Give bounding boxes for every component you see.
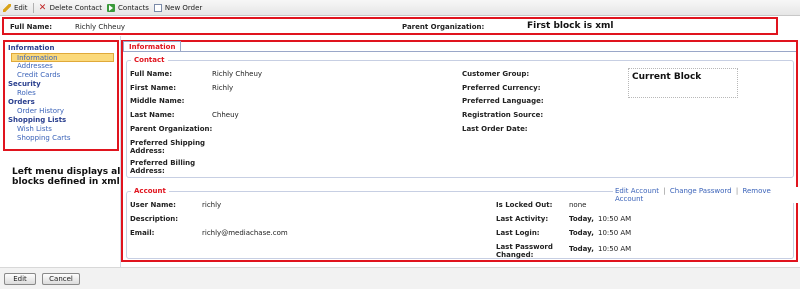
link-separator: | — [663, 187, 666, 195]
account-last-activity-label: Last Activity: — [496, 215, 549, 223]
cancel-button[interactable]: Cancel — [42, 273, 80, 285]
edit-account-link[interactable]: Edit Account — [615, 187, 659, 195]
edit-toolbar-button[interactable]: Edit — [3, 1, 28, 15]
edit-button[interactable]: Edit — [4, 273, 36, 285]
header-annotation: First block is xml — [527, 21, 614, 31]
account-last-login-label: Last Login: — [496, 229, 540, 237]
link-separator: | — [735, 187, 739, 195]
pencil-icon — [3, 3, 11, 12]
account-last-activity-time: 10:50 AM — [598, 215, 632, 223]
left-menu: Information Information Addresses Credit… — [3, 40, 119, 151]
contact-last-name-label: Last Name: — [130, 111, 175, 119]
contact-first-name-value: Richly — [212, 84, 234, 92]
contact-full-name-label: Full Name: — [130, 70, 173, 78]
account-locked-out-label: Is Locked Out: — [496, 201, 553, 209]
account-legend: Account — [131, 187, 169, 195]
left-menu-annotation-line2: blocks defined in xml — [12, 177, 120, 187]
menu-item-information[interactable]: Information — [11, 53, 114, 62]
menu-item-addresses[interactable]: Addresses — [8, 62, 114, 71]
new-order-button[interactable]: New Order — [153, 1, 202, 15]
menu-section-orders: Orders — [8, 98, 35, 106]
menu-item-credit-cards[interactable]: Credit Cards — [8, 71, 114, 80]
account-links: Edit Account | Change Password | Remove … — [613, 187, 800, 203]
contact-pref-shipping-label-1: Preferred Shipping — [130, 139, 206, 147]
delete-icon: ✕ — [38, 2, 47, 13]
contact-legend: Contact — [131, 56, 168, 64]
toolbar-separator — [32, 2, 34, 13]
contact-customer-group-label: Customer Group: — [462, 70, 530, 78]
current-block-annotation: Current Block — [632, 72, 702, 82]
account-last-password-label-2: Changed: — [496, 251, 534, 259]
account-email-label: Email: — [130, 229, 155, 237]
delete-contact-button[interactable]: ✕ Delete Contact — [39, 1, 102, 15]
header-parent-org-label: Parent Organization: — [402, 23, 485, 31]
menu-item-order-history[interactable]: Order History — [8, 107, 114, 116]
account-last-activity-day: Today, — [569, 215, 594, 223]
menu-section-shopping-lists: Shopping Lists — [8, 116, 67, 124]
contact-middle-name-label: Middle Name: — [130, 97, 185, 105]
account-last-login-day: Today, — [569, 229, 594, 237]
back-arrow-icon — [107, 3, 116, 12]
account-email-value: richly@mediachase.com — [202, 229, 288, 237]
contact-last-name-value: Chheuy — [212, 111, 239, 119]
bottom-bar — [0, 267, 800, 289]
contact-pref-currency-label: Preferred Currency: — [462, 84, 541, 92]
contact-registration-source-label: Registration Source: — [462, 111, 544, 119]
change-password-link[interactable]: Change Password — [670, 187, 732, 195]
contact-pref-shipping-label-2: Address: — [130, 147, 165, 155]
contact-pref-billing-label-2: Address: — [130, 167, 165, 175]
contact-full-name-value: Richly Chheuy — [212, 70, 263, 78]
menu-item-shopping-carts[interactable]: Shopping Carts — [8, 134, 114, 143]
account-description-label: Description: — [130, 215, 179, 223]
account-locked-out-value: none — [569, 201, 587, 209]
tab-underline — [123, 51, 796, 52]
contacts-button[interactable]: Contacts — [107, 1, 149, 15]
account-user-name-value: richly — [202, 201, 222, 209]
account-user-name-label: User Name: — [130, 201, 176, 209]
header-full-name-label: Full Name: — [10, 23, 53, 31]
menu-item-roles[interactable]: Roles — [8, 89, 114, 98]
account-last-password-day: Today, — [569, 245, 594, 253]
left-menu-annotation-line1: Left menu displays all — [12, 167, 124, 177]
contact-first-name-label: First Name: — [130, 84, 177, 92]
contact-last-order-date-label: Last Order Date: — [462, 125, 528, 133]
menu-section-security: Security — [8, 80, 41, 88]
contact-parent-org-label: Parent Organization: — [130, 125, 213, 133]
contact-pref-language-label: Preferred Language: — [462, 97, 544, 105]
contact-pref-billing-label-1: Preferred Billing — [130, 159, 196, 167]
account-last-password-label-1: Last Password — [496, 243, 553, 251]
account-last-password-time: 10:50 AM — [598, 245, 632, 253]
menu-section-information: Information — [8, 44, 55, 52]
header-full-name-value: Richly Chheuy — [75, 23, 126, 31]
document-icon — [153, 3, 162, 12]
menu-item-wish-lists[interactable]: Wish Lists — [8, 125, 114, 134]
account-last-login-time: 10:50 AM — [598, 229, 632, 237]
toolbar: Edit ✕ Delete Contact Contacts New Order — [0, 0, 800, 16]
